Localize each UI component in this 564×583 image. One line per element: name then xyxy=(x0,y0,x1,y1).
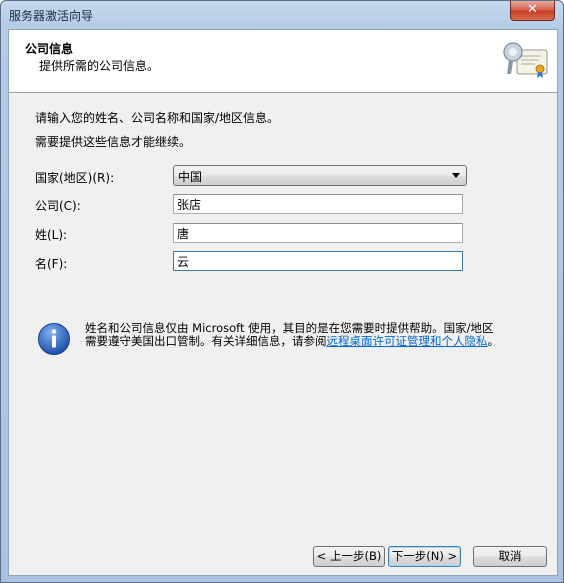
privacy-link[interactable]: 远程桌面许可证管理和个人隐私 xyxy=(327,334,488,348)
first-name-field[interactable] xyxy=(173,251,463,271)
window-title: 服务器激活向导 xyxy=(9,9,94,23)
last-name-label: 姓(L): xyxy=(35,228,68,242)
country-select[interactable]: 中国 xyxy=(173,165,467,186)
country-label: 国家(地区)(R): xyxy=(35,171,115,185)
wizard-body: 公司信息 提供所需的公司信息。 请输入您的姓名、公司名称和国家/地区信息。 需要… xyxy=(8,29,558,576)
country-selected-value: 中国 xyxy=(178,170,203,184)
wizard-window: 服务器激活向导 ✕ 公司信息 提供所需的公司信息。 请输入您的姓名、公司名称和国… xyxy=(0,0,564,583)
privacy-note: 姓名和公司信息仅由 Microsoft 使用，其目的是在您需要时提供帮助。国家/… xyxy=(85,322,505,348)
header-subtitle: 提供所需的公司信息。 xyxy=(39,59,160,73)
intro-line-1: 请输入您的姓名、公司名称和国家/地区信息。 xyxy=(35,111,280,125)
title-bar[interactable]: 服务器激活向导 ✕ xyxy=(1,1,563,29)
info-icon xyxy=(38,323,70,355)
first-name-label: 名(F): xyxy=(35,257,68,271)
chevron-down-icon[interactable] xyxy=(452,173,460,178)
close-button[interactable]: ✕ xyxy=(510,1,555,21)
header-title: 公司信息 xyxy=(25,42,74,56)
intro-line-2: 需要提供这些信息才能继续。 xyxy=(35,135,192,149)
cancel-button[interactable]: 取消 xyxy=(473,546,547,567)
back-button[interactable]: < 上一步(B) xyxy=(313,546,385,567)
privacy-note-end: 。 xyxy=(487,334,500,348)
wizard-header: 公司信息 提供所需的公司信息。 xyxy=(9,30,557,93)
next-button[interactable]: 下一步(N) > xyxy=(388,546,461,567)
company-field[interactable] xyxy=(173,194,463,214)
company-label: 公司(C): xyxy=(35,199,81,213)
last-name-field[interactable] xyxy=(173,223,463,243)
certificate-icon xyxy=(503,42,548,78)
